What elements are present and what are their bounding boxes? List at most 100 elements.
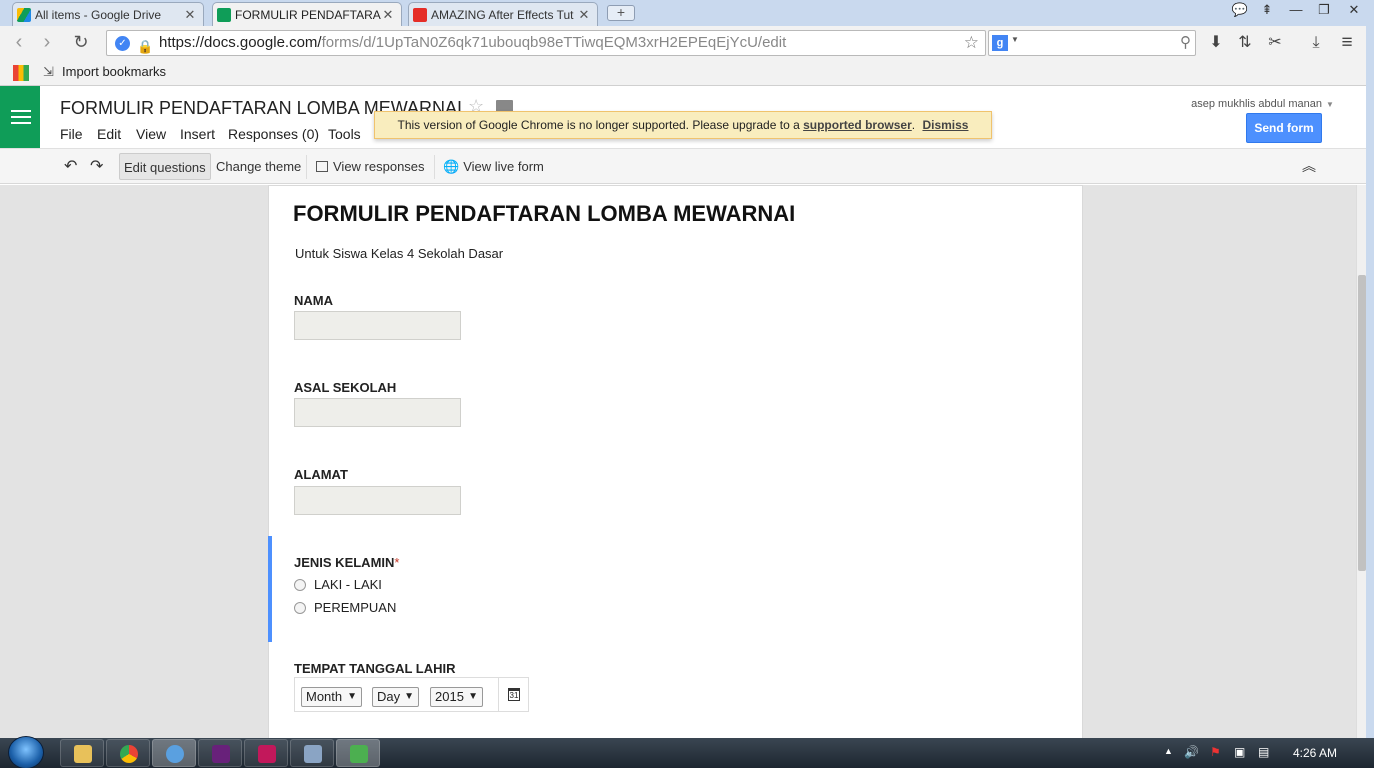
- import-icon: ⇲: [43, 64, 54, 79]
- reload-button[interactable]: ↻: [70, 32, 92, 54]
- taskbar-app-4[interactable]: [198, 739, 242, 767]
- import-bookmarks-link[interactable]: Import bookmarks: [62, 64, 166, 79]
- user-name[interactable]: asep mukhlis abdul manan: [1191, 98, 1322, 110]
- menu-view[interactable]: View: [136, 126, 166, 142]
- bookmark-star-icon[interactable]: ☆: [964, 31, 979, 55]
- browser-toolbar: ‹ › ↻ ✓ 🔒 https://docs.google.com/forms/…: [0, 26, 1374, 60]
- chevron-down-icon[interactable]: ▼: [1326, 100, 1334, 109]
- tab-youtube[interactable]: AMAZING After Effects Tut ✕: [408, 2, 598, 26]
- app-icon: [258, 745, 276, 763]
- required-marker: *: [394, 555, 400, 570]
- device-icon[interactable]: ▣: [1234, 745, 1245, 759]
- menu-insert[interactable]: Insert: [180, 126, 215, 142]
- taskbar-app-3[interactable]: [152, 739, 196, 767]
- nama-field[interactable]: [294, 311, 461, 340]
- scrollbar-thumb[interactable]: [1358, 275, 1366, 571]
- network-icon[interactable]: ▤: [1258, 745, 1269, 759]
- menu-responses[interactable]: Responses (0): [228, 126, 319, 142]
- view-live-form-button[interactable]: 🌐 View live form: [439, 153, 548, 180]
- dismiss-link[interactable]: Dismiss: [922, 118, 968, 132]
- chat-icon[interactable]: 💬: [1229, 2, 1251, 18]
- google-forms-icon: [217, 7, 231, 22]
- tab-forms[interactable]: FORMULIR PENDAFTARA ✕: [212, 2, 402, 26]
- clock[interactable]: 4:26 AM: [1290, 738, 1340, 768]
- chevron-down-icon[interactable]: ▼: [1011, 35, 1019, 44]
- tab-title: AMAZING After Effects Tut: [431, 7, 574, 22]
- radio-perempuan[interactable]: PEREMPUAN: [294, 600, 396, 615]
- app-icon: [350, 745, 368, 763]
- forward-button[interactable]: ›: [36, 32, 58, 54]
- search-icon[interactable]: ⚲: [1180, 33, 1191, 51]
- action-center-icon[interactable]: ⚑: [1210, 745, 1221, 759]
- forms-home-icon[interactable]: [0, 86, 40, 148]
- form-description[interactable]: Untuk Siswa Kelas 4 Sekolah Dasar: [295, 246, 503, 261]
- undo-icon[interactable]: ↶: [60, 153, 81, 180]
- asal-sekolah-field[interactable]: [294, 398, 461, 427]
- downloads-icon[interactable]: ⤓: [1305, 32, 1327, 54]
- google-search-icon[interactable]: g: [992, 35, 1008, 51]
- pin-icon[interactable]: ⇞: [1256, 2, 1278, 18]
- taskbar-explorer[interactable]: [60, 739, 104, 767]
- radio-button[interactable]: [294, 578, 306, 591]
- vertical-scrollbar[interactable]: [1356, 185, 1366, 738]
- close-window-button[interactable]: ✕: [1343, 2, 1365, 18]
- back-button[interactable]: ‹: [8, 32, 30, 54]
- redo-icon[interactable]: ↷: [86, 153, 107, 180]
- show-hidden-icons[interactable]: ▲: [1164, 746, 1173, 756]
- url-host: https://docs.google.com/: [159, 34, 322, 51]
- day-select[interactable]: Day ▼: [372, 687, 419, 707]
- address-bar[interactable]: ✓ 🔒 https://docs.google.com/forms/d/1UpT…: [106, 30, 986, 56]
- question-label-alamat: ALAMAT: [294, 467, 348, 482]
- forms-toolbar: ↶ ↷ Edit questions Change theme View res…: [0, 148, 1366, 184]
- minimize-button[interactable]: —: [1285, 2, 1307, 17]
- bookmarks-bar: ⇲ Import bookmarks: [0, 60, 1374, 86]
- form-editor-canvas: FORMULIR PENDAFTARAN LOMBA MEWARNAI Untu…: [0, 185, 1356, 738]
- month-select[interactable]: Month ▼: [301, 687, 362, 707]
- sync-icon[interactable]: ⇅: [1234, 32, 1256, 54]
- menu-file[interactable]: File: [60, 126, 83, 142]
- new-tab-button[interactable]: +: [607, 5, 635, 21]
- volume-icon[interactable]: 🔊: [1184, 745, 1199, 759]
- menu-icon[interactable]: ≡: [1336, 32, 1358, 54]
- taskbar-app-5[interactable]: [244, 739, 288, 767]
- unsupported-browser-notice: This version of Google Chrome is no long…: [374, 111, 992, 139]
- close-icon[interactable]: ✕: [381, 7, 395, 23]
- start-button[interactable]: [8, 736, 44, 768]
- year-select[interactable]: 2015 ▼: [430, 687, 483, 707]
- tab-title: FORMULIR PENDAFTARA: [235, 7, 381, 22]
- form-card: FORMULIR PENDAFTARAN LOMBA MEWARNAI Untu…: [268, 185, 1083, 738]
- table-icon: [316, 161, 328, 172]
- edit-questions-button[interactable]: Edit questions: [119, 153, 211, 180]
- windows-taskbar: ▲ 🔊 ⚑ ▣ ▤ 4:26 AM: [0, 736, 1374, 768]
- question-text: JENIS KELAMIN: [294, 555, 395, 570]
- radio-laki-laki[interactable]: LAKI - LAKI: [294, 577, 382, 592]
- download-extension-icon[interactable]: ⬇: [1205, 32, 1227, 54]
- taskbar-app-7[interactable]: [336, 739, 380, 767]
- scissors-icon[interactable]: ✂: [1264, 32, 1286, 54]
- collapse-icon[interactable]: ︽: [1298, 153, 1320, 180]
- taskbar-chrome[interactable]: [106, 739, 150, 767]
- menu-edit[interactable]: Edit: [97, 126, 121, 142]
- question-label-tempat-tanggal-lahir: TEMPAT TANGGAL LAHIR: [294, 661, 456, 676]
- option-label: PEREMPUAN: [314, 600, 397, 615]
- view-responses-button[interactable]: View responses: [312, 153, 429, 180]
- question-label-jenis-kelamin: JENIS KELAMIN*: [294, 555, 399, 570]
- question-label-nama: NAMA: [294, 293, 333, 308]
- form-title[interactable]: FORMULIR PENDAFTARAN LOMBA MEWARNAI: [293, 201, 795, 227]
- close-icon[interactable]: ✕: [577, 7, 591, 23]
- calendar-icon[interactable]: 31: [498, 678, 529, 711]
- search-input[interactable]: g ▼ ⚲: [988, 30, 1196, 56]
- close-icon[interactable]: ✕: [183, 7, 197, 23]
- radio-button[interactable]: [294, 601, 306, 614]
- restore-button[interactable]: ❐: [1313, 2, 1335, 18]
- verified-icon: ✓: [115, 36, 130, 51]
- app-icon: [166, 745, 184, 763]
- tab-google-drive[interactable]: All items - Google Drive ✕: [12, 2, 204, 26]
- menu-tools[interactable]: Tools: [328, 126, 361, 142]
- apps-icon[interactable]: [13, 65, 29, 81]
- supported-browser-link[interactable]: supported browser: [803, 118, 912, 132]
- send-form-button[interactable]: Send form: [1246, 113, 1322, 143]
- alamat-field[interactable]: [294, 486, 461, 515]
- change-theme-button[interactable]: Change theme: [212, 153, 305, 180]
- taskbar-app-6[interactable]: [290, 739, 334, 767]
